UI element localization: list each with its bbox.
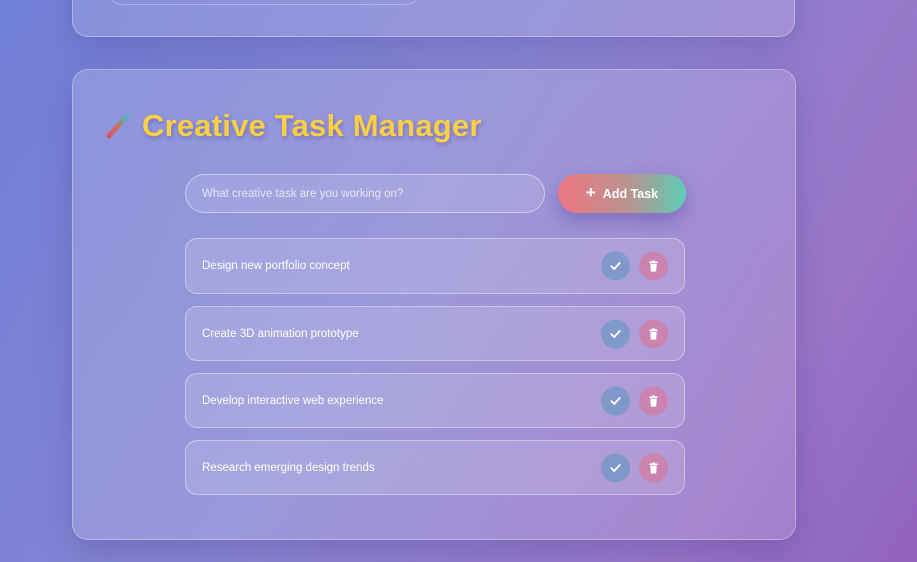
task-item: Develop interactive web experience <box>185 373 685 428</box>
task-item: Design new portfolio concept <box>185 238 685 294</box>
task-input[interactable] <box>185 174 545 213</box>
task-manager-card: Creative Task Manager + Add Task Design … <box>72 69 796 540</box>
header: Creative Task Manager <box>103 108 482 144</box>
check-icon <box>610 262 621 270</box>
delete-task-button[interactable] <box>639 453 668 482</box>
task-text: Develop interactive web experience <box>202 394 384 407</box>
plus-icon: + <box>585 183 596 202</box>
task-text: Design new portfolio concept <box>202 260 350 272</box>
check-icon <box>610 396 621 405</box>
trash-icon <box>649 327 658 340</box>
delete-task-button[interactable] <box>639 386 668 415</box>
task-list: Design new portfolio concept Create 3D a… <box>185 238 685 507</box>
task-item: Create 3D animation prototype <box>185 306 685 361</box>
task-text: Research emerging design trends <box>202 461 375 474</box>
delete-task-button[interactable] <box>639 251 668 281</box>
previous-card-input[interactable] <box>105 0 423 5</box>
check-icon <box>610 329 621 338</box>
paintbrush-icon <box>106 112 131 139</box>
task-text: Create 3D animation prototype <box>202 327 359 340</box>
add-task-button[interactable]: + Add Task <box>558 174 686 213</box>
page-title: Creative Task Manager <box>142 108 482 143</box>
previous-card <box>72 0 795 37</box>
trash-icon <box>649 260 658 272</box>
complete-task-button[interactable] <box>601 453 630 482</box>
delete-task-button[interactable] <box>639 319 668 348</box>
complete-task-button[interactable] <box>601 386 630 415</box>
trash-icon <box>649 394 658 407</box>
check-icon <box>610 463 621 472</box>
trash-icon <box>649 461 658 474</box>
add-task-label: Add Task <box>602 186 659 201</box>
complete-task-button[interactable] <box>601 319 630 348</box>
task-item: Research emerging design trends <box>185 440 685 495</box>
complete-task-button[interactable] <box>601 251 630 281</box>
